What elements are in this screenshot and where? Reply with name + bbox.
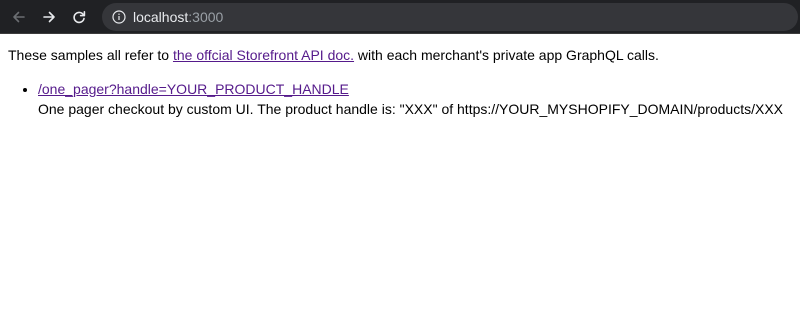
url-port: :3000	[188, 8, 224, 25]
forward-button[interactable]	[36, 4, 62, 30]
reload-icon	[73, 10, 86, 23]
arrow-left-icon	[13, 11, 25, 22]
one-pager-link[interactable]: /one_pager?handle=YOUR_PRODUCT_HANDLE	[38, 81, 349, 97]
address-bar[interactable]: localhost:3000	[102, 2, 798, 31]
arrow-right-icon	[43, 11, 55, 22]
intro-text-after: with each merchant's private app GraphQL…	[354, 47, 659, 63]
sample-description: One pager checkout by custom UI. The pro…	[38, 101, 784, 117]
back-button[interactable]	[6, 4, 32, 30]
reload-button[interactable]	[66, 4, 92, 30]
url-host: localhost	[133, 8, 189, 25]
page-content: These samples all refer to the offcial S…	[0, 34, 800, 119]
samples-list: /one_pager?handle=YOUR_PRODUCT_HANDLE On…	[8, 79, 792, 119]
browser-toolbar: localhost:3000	[0, 0, 800, 34]
intro-text-before: These samples all refer to	[8, 47, 173, 63]
info-circle-icon[interactable]	[112, 9, 126, 24]
list-item: /one_pager?handle=YOUR_PRODUCT_HANDLE On…	[38, 79, 792, 119]
intro-paragraph: These samples all refer to the offcial S…	[8, 45, 792, 65]
storefront-api-doc-link[interactable]: the offcial Storefront API doc.	[173, 47, 354, 63]
